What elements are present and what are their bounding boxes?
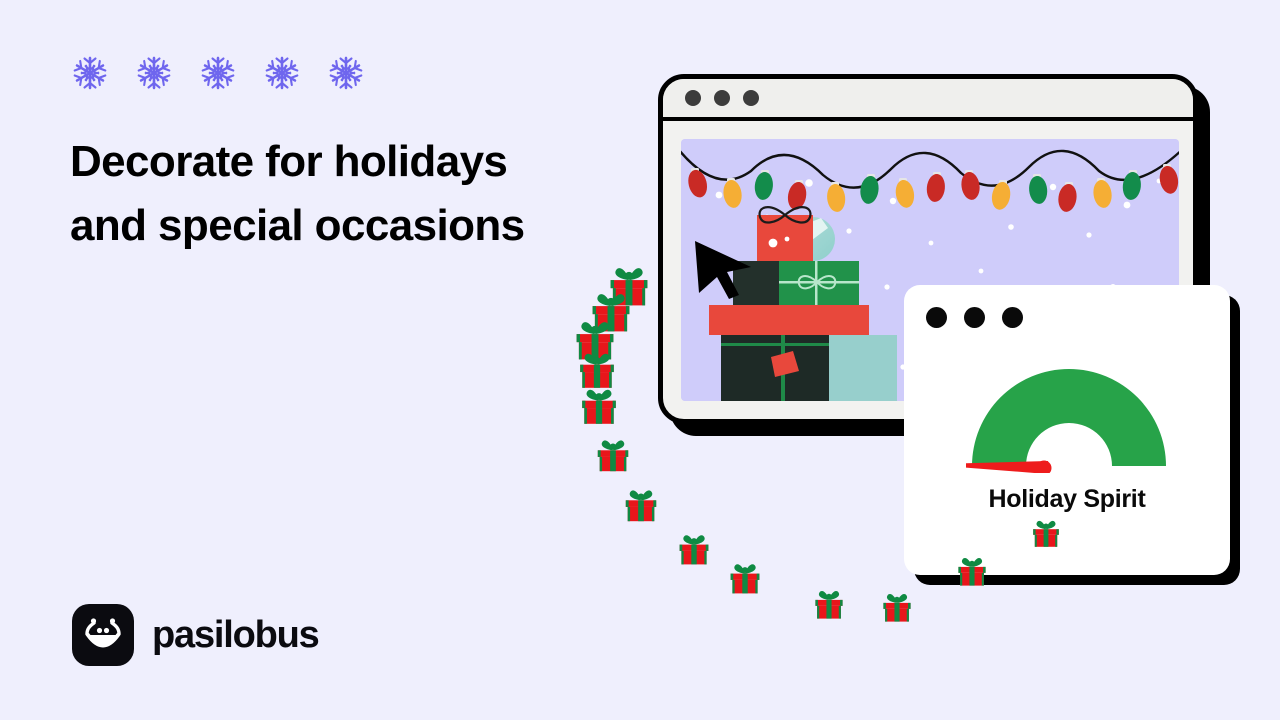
headline-line-1: Decorate for holidays (70, 137, 508, 186)
gauge-card-body: Holiday Spirit (904, 285, 1230, 575)
gift-box-icon (812, 588, 846, 622)
gift-box-icon (578, 386, 620, 428)
gift-box-icon (606, 264, 652, 310)
headline-line-2: and special occasions (70, 200, 525, 250)
gift-box-icon (727, 561, 763, 597)
traffic-light-dot-2[interactable] (714, 90, 730, 106)
gauge-icon (966, 369, 1166, 473)
gift-box-icon (880, 591, 914, 625)
gift-box-icon (588, 290, 634, 336)
snowflake-row (72, 55, 364, 91)
gauge-label: Holiday Spirit (988, 485, 1146, 513)
traffic-light-dot-1[interactable] (685, 90, 701, 106)
gauge-card-dots (926, 307, 1023, 328)
smiling-face-icon (72, 604, 134, 666)
card-dot-1[interactable] (926, 307, 947, 328)
gift-box-icon (572, 318, 618, 364)
page-title: Decorate for holidays and special occasi… (70, 130, 670, 258)
brand-logo[interactable]: pasilobus (72, 604, 320, 666)
snowflake-icon (264, 55, 300, 91)
traffic-light-dot-3[interactable] (743, 90, 759, 106)
snowflake-icon (328, 55, 364, 91)
snowflake-icon (72, 55, 108, 91)
snowflake-icon (136, 55, 172, 91)
card-dot-3[interactable] (1002, 307, 1023, 328)
gift-box-icon (576, 350, 618, 392)
snowflake-icon (200, 55, 236, 91)
gift-box-icon (676, 532, 712, 568)
browser-titlebar (663, 79, 1193, 121)
card-dot-2[interactable] (964, 307, 985, 328)
gift-box-icon (594, 437, 632, 475)
gift-box-icon (622, 487, 660, 525)
logo-wordmark: pasilobus (152, 613, 320, 656)
holiday-spirit-card[interactable]: Holiday Spirit (904, 285, 1240, 585)
